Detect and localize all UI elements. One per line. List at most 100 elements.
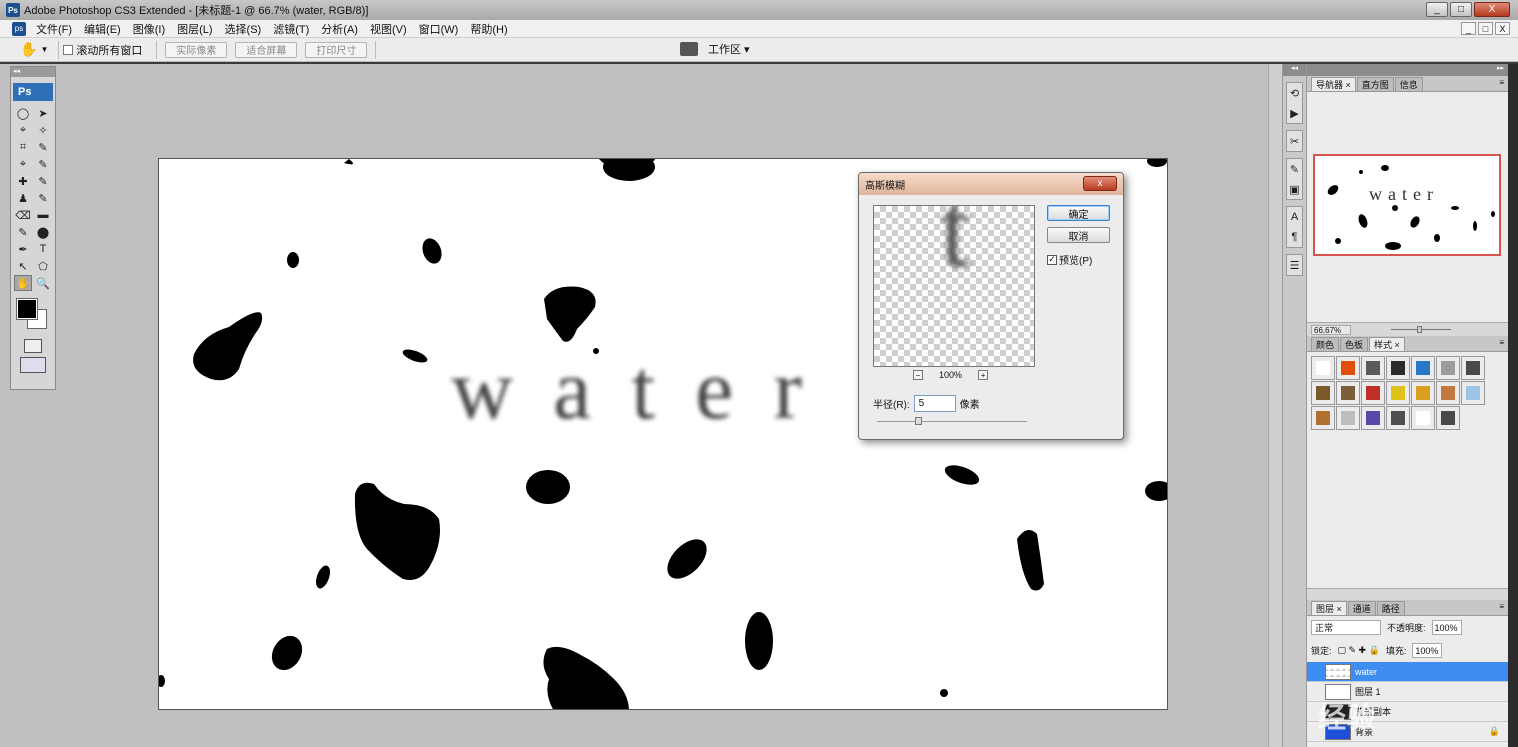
minimize-button[interactable]: _ (1426, 2, 1448, 17)
screen-mode-icon[interactable] (20, 357, 46, 373)
doc-restore-button[interactable]: □ (1478, 22, 1493, 35)
tab-paths[interactable]: 路径 (1376, 601, 1405, 615)
navigator-slider-knob[interactable] (1417, 326, 1422, 333)
preview-toggle[interactable]: ✓ 预览(P) (1047, 252, 1092, 267)
maximize-button[interactable]: □ (1450, 2, 1472, 17)
radius-slider-knob[interactable] (915, 417, 922, 425)
bridge-icon[interactable] (680, 42, 698, 56)
style-swatch[interactable] (1411, 381, 1435, 405)
style-swatch[interactable] (1386, 406, 1410, 430)
tab-color[interactable]: 颜色 (1311, 337, 1340, 351)
close-button[interactable]: X (1474, 2, 1510, 17)
gradient-tool-icon[interactable]: ✎ (34, 190, 52, 206)
style-swatch[interactable] (1411, 356, 1435, 380)
navigator-thumbnail[interactable]: water (1313, 154, 1501, 256)
tab-layers[interactable]: 图层 × (1311, 601, 1347, 615)
preview-checkbox[interactable]: ✓ (1047, 254, 1057, 265)
canvas-vertical-scrollbar[interactable] (1268, 64, 1282, 747)
tab-histogram[interactable]: 直方图 (1356, 77, 1394, 91)
dodge-tool-icon[interactable]: ▬ (34, 207, 52, 223)
zoom-out-button[interactable]: − (913, 370, 923, 380)
dialog-close-button[interactable]: x (1083, 176, 1117, 191)
cancel-button[interactable]: 取消 (1047, 227, 1110, 243)
style-swatch[interactable] (1386, 381, 1410, 405)
tab-channels[interactable]: 通道 (1347, 601, 1376, 615)
tab-styles[interactable]: 样式 × (1369, 337, 1405, 351)
style-swatch[interactable] (1411, 406, 1435, 430)
menu-help[interactable]: 帮助(H) (464, 21, 513, 37)
slice-tool-icon[interactable]: ✎ (34, 139, 52, 155)
crop-tool-icon[interactable]: ⌗ (14, 139, 32, 155)
menu-image[interactable]: 图像(I) (127, 21, 171, 37)
actions-icon[interactable]: ▶ (1287, 103, 1302, 123)
menu-file[interactable]: 文件(F) (30, 21, 78, 37)
navigator-zoom-slider[interactable] (1391, 326, 1451, 333)
type-tool-icon[interactable]: ⬤ (34, 224, 52, 240)
tab-info[interactable]: 信息 (1394, 77, 1423, 91)
radius-slider[interactable] (877, 417, 1027, 425)
tab-swatches[interactable]: 色板 (1340, 337, 1369, 351)
style-swatch[interactable] (1386, 356, 1410, 380)
clone-stamp-tool-icon[interactable]: ✚ (14, 173, 32, 189)
actual-pixels-button[interactable]: 实际像素 (165, 41, 228, 58)
style-swatch[interactable] (1461, 381, 1485, 405)
fit-screen-button[interactable]: 适合屏幕 (235, 41, 298, 58)
style-swatch[interactable] (1361, 356, 1385, 380)
style-swatch[interactable] (1436, 356, 1460, 380)
panels-grip[interactable]: ▸▸ (1307, 64, 1508, 76)
style-swatch[interactable] (1336, 381, 1360, 405)
doc-minimize-button[interactable]: _ (1461, 22, 1476, 35)
chevron-down-icon[interactable]: ▼ (40, 45, 48, 54)
style-swatch[interactable] (1336, 406, 1360, 430)
lock-icons[interactable]: ▢ ✎ ✚ 🔒 (1338, 645, 1380, 656)
quick-mask-icon[interactable] (24, 339, 42, 353)
hand-tool-icon[interactable]: ✋ (14, 275, 32, 291)
blur-tool-icon[interactable]: ⌫ (14, 207, 32, 223)
pen-tool-icon[interactable]: ✎ (14, 224, 32, 240)
menu-select[interactable]: 选择(S) (219, 21, 268, 37)
shape-tool-icon[interactable]: T (34, 241, 52, 257)
style-swatch[interactable] (1311, 381, 1335, 405)
workspace-menu[interactable]: 工作区 ▾ (708, 41, 750, 57)
lasso-tool-icon[interactable]: ⌖ (14, 122, 32, 138)
dock-grip[interactable]: ◂◂ (1283, 64, 1306, 76)
print-size-button[interactable]: 打印尺寸 (305, 41, 368, 58)
tool-presets-icon[interactable]: ✂ (1287, 131, 1302, 151)
panel-menu-icon[interactable]: ≡ (1499, 602, 1504, 611)
menu-filter[interactable]: 滤镜(T) (267, 21, 315, 37)
paragraph-icon[interactable]: ¶ (1287, 227, 1302, 247)
path-select-tool-icon[interactable]: ✒ (14, 241, 32, 257)
style-swatch[interactable] (1311, 356, 1335, 380)
marquee-tool-icon[interactable]: ◯ (14, 105, 32, 121)
menu-analysis[interactable]: 分析(A) (315, 21, 364, 37)
style-swatch[interactable] (1461, 356, 1485, 380)
clone-source-icon[interactable]: ▣ (1287, 179, 1302, 199)
panel-menu-icon[interactable]: ≡ (1499, 338, 1504, 347)
panel-menu-icon[interactable]: ≡ (1499, 78, 1504, 87)
style-swatch[interactable] (1361, 381, 1385, 405)
magic-wand-tool-icon[interactable]: ✧ (34, 122, 52, 138)
hand-tool-icon[interactable]: ✋ (20, 41, 37, 58)
radius-input[interactable]: 5 (913, 395, 956, 412)
style-swatch[interactable] (1311, 406, 1335, 430)
zoom-tool-icon[interactable]: 🔍 (34, 275, 52, 291)
layer-row[interactable]: water (1307, 662, 1508, 682)
zoom-in-button[interactable]: + (978, 370, 989, 380)
character-icon[interactable]: A (1287, 207, 1302, 227)
eraser-tool-icon[interactable]: ♟ (14, 190, 32, 206)
navigator-zoom-input[interactable]: 66.67% (1311, 324, 1351, 335)
move-tool-icon[interactable]: ➤ (34, 105, 52, 121)
style-swatch[interactable] (1361, 406, 1385, 430)
tab-navigator[interactable]: 导航器 × (1311, 77, 1356, 91)
scroll-all-windows-checkbox[interactable] (63, 44, 74, 55)
style-swatch[interactable] (1436, 381, 1460, 405)
history-icon[interactable]: ⟲ (1287, 83, 1302, 103)
style-swatch[interactable] (1436, 406, 1460, 430)
blur-preview[interactable]: t (873, 205, 1035, 367)
menu-layer[interactable]: 图层(L) (171, 21, 218, 37)
history-brush-tool-icon[interactable]: ✎ (34, 173, 52, 189)
menu-edit[interactable]: 编辑(E) (78, 21, 127, 37)
doc-close-button[interactable]: X (1495, 22, 1510, 35)
document-icon[interactable]: ps (12, 21, 26, 36)
style-swatch[interactable] (1336, 356, 1360, 380)
